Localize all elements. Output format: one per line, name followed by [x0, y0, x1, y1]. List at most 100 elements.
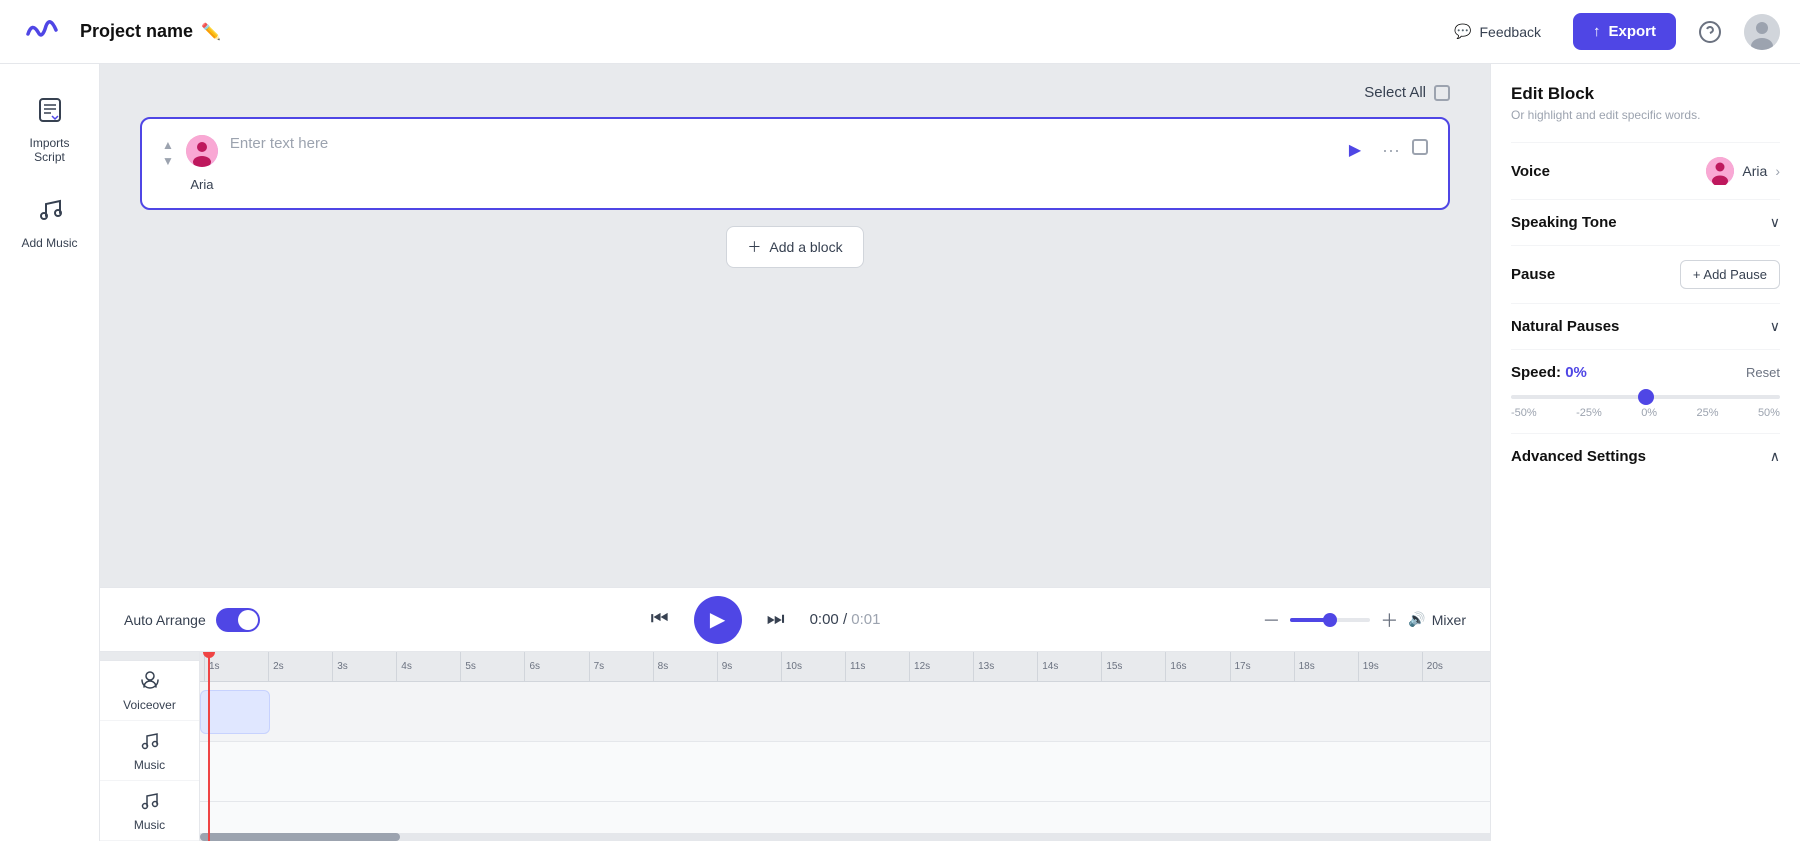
right-panel: Edit Block Or highlight and edit specifi…	[1490, 64, 1800, 841]
ruler-mark: 19s	[1358, 652, 1422, 681]
block-checkbox[interactable]	[1412, 139, 1428, 155]
ruler-mark: 5s	[460, 652, 524, 681]
block-play-button[interactable]: ▶	[1340, 135, 1370, 165]
chat-icon: 💬	[1454, 23, 1471, 40]
ruler-mark: 13s	[973, 652, 1037, 681]
chevron-right-icon: ›	[1775, 163, 1780, 179]
toggle-knob	[238, 610, 258, 630]
auto-arrange-area: Auto Arrange	[124, 608, 260, 632]
skip-back-button[interactable]: ⏮	[642, 602, 678, 638]
timeline-label-voiceover[interactable]: Voiceover	[100, 661, 199, 721]
timeline-tracks: 1s2s3s4s5s6s7s8s9s10s11s12s13s14s15s16s1…	[200, 652, 1490, 841]
logo	[20, 10, 64, 54]
speed-mark-label: 0%	[1641, 407, 1657, 419]
transport-controls: ⏮ ▶ ⏭ 0:00 / 0:01	[284, 596, 1239, 644]
music1-icon	[139, 729, 161, 754]
content-area: Select All ▲ ▼	[100, 64, 1490, 841]
timeline-label-music2[interactable]: Music	[100, 781, 199, 841]
speed-mark-label: 25%	[1697, 407, 1719, 419]
time-total: 0:01	[851, 611, 880, 628]
time-display: 0:00 / 0:01	[810, 611, 881, 628]
mixer-area: － ＋ 🔊 Mixer	[1262, 607, 1466, 633]
voice-selector[interactable]: Aria ›	[1706, 157, 1780, 185]
export-button[interactable]: ↑ Export	[1573, 13, 1676, 50]
natural-pauses-row[interactable]: Natural Pauses ∨	[1511, 303, 1780, 349]
select-all-button[interactable]: Select All	[1364, 84, 1450, 101]
sidebar-item-add-music[interactable]: Add Music	[10, 184, 90, 262]
voice-label: Voice	[1511, 163, 1550, 180]
ruler-mark: 18s	[1294, 652, 1358, 681]
timeline-label-music1[interactable]: Music	[100, 721, 199, 781]
music2-icon	[139, 789, 161, 814]
ruler-mark: 9s	[717, 652, 781, 681]
project-name: Project name	[80, 21, 193, 42]
sidebar-item-label-imports: Imports Script	[18, 136, 82, 164]
ruler-mark: 2s	[268, 652, 332, 681]
block-voice-name: Aria	[190, 177, 213, 192]
voice-row: Voice Aria ›	[1511, 142, 1780, 199]
auto-arrange-toggle[interactable]	[216, 608, 260, 632]
timeline-scrollbar-thumb	[200, 833, 400, 841]
script-toolbar: Select All	[140, 84, 1450, 101]
block-actions: ▶ ···	[1340, 135, 1400, 165]
speed-knob[interactable]	[1638, 389, 1654, 405]
speed-section: Speed: 0% Reset -50%-25%0%25%50%	[1511, 349, 1780, 433]
transport-bar: Auto Arrange ⏮ ▶ ⏭ 0:00 / 0:01 －	[100, 587, 1490, 651]
ruler-mark: 20s	[1422, 652, 1486, 681]
add-music-icon	[36, 196, 64, 230]
ruler-mark: 17s	[1230, 652, 1294, 681]
speaker-icon: 🔊	[1408, 611, 1425, 628]
edit-block-subtitle: Or highlight and edit specific words.	[1511, 108, 1780, 122]
speed-mark-label: -50%	[1511, 407, 1537, 419]
natural-pauses-chevron-icon: ∨	[1770, 318, 1780, 335]
voice-selector-avatar	[1706, 157, 1734, 185]
speaking-tone-chevron-icon: ∨	[1770, 214, 1780, 231]
advanced-settings-row[interactable]: Advanced Settings ∧	[1511, 433, 1780, 479]
main-layout: Imports Script Add Music Select All	[0, 64, 1800, 841]
block-text-area[interactable]: Enter text here	[230, 135, 1328, 153]
select-all-checkbox[interactable]	[1434, 85, 1450, 101]
music1-label: Music	[134, 758, 165, 772]
help-button[interactable]	[1692, 14, 1728, 50]
block-more-button[interactable]: ···	[1382, 140, 1400, 161]
speed-track[interactable]	[1511, 395, 1780, 399]
voiceover-clip[interactable]	[200, 690, 270, 734]
block-arrow-up[interactable]: ▲	[162, 139, 174, 151]
export-icon: ↑	[1593, 23, 1601, 40]
user-avatar[interactable]	[1744, 14, 1780, 50]
zoom-in-button[interactable]: ＋	[1380, 607, 1398, 633]
pause-label: Pause	[1511, 266, 1555, 283]
ruler-mark: 14s	[1037, 652, 1101, 681]
add-pause-button[interactable]: + Add Pause	[1680, 260, 1780, 289]
track-content	[200, 682, 1490, 841]
script-editor: Select All ▲ ▼	[100, 64, 1490, 587]
speaking-tone-row[interactable]: Speaking Tone ∨	[1511, 199, 1780, 245]
speed-reset-button[interactable]: Reset	[1746, 365, 1780, 380]
ruler-mark: 1s	[204, 652, 268, 681]
edit-project-name-icon[interactable]: ✏️	[201, 22, 221, 42]
speaking-tone-label: Speaking Tone	[1511, 214, 1617, 231]
timeline-scrollbar[interactable]	[200, 833, 1490, 841]
timeline-section: Voiceover Music Music	[100, 651, 1490, 841]
block-arrow-down[interactable]: ▼	[162, 155, 174, 167]
skip-forward-button[interactable]: ⏭	[758, 602, 794, 638]
playhead	[208, 652, 210, 841]
block-voice-avatar	[186, 135, 218, 167]
music2-label: Music	[134, 818, 165, 832]
left-sidebar: Imports Script Add Music	[0, 64, 100, 841]
feedback-button[interactable]: 💬 Feedback	[1438, 15, 1557, 48]
ruler-mark: 16s	[1165, 652, 1229, 681]
ruler-mark: 4s	[396, 652, 460, 681]
plus-icon: ＋	[747, 237, 761, 257]
play-pause-button[interactable]: ▶	[694, 596, 742, 644]
timeline-labels: Voiceover Music Music	[100, 652, 200, 841]
volume-knob	[1323, 613, 1337, 627]
sidebar-item-imports-script[interactable]: Imports Script	[10, 84, 90, 176]
ruler-mark: 12s	[909, 652, 973, 681]
volume-slider[interactable]	[1290, 618, 1370, 622]
ruler-mark: 6s	[524, 652, 588, 681]
add-block-button[interactable]: ＋ Add a block	[726, 226, 863, 268]
block-header: ▲ ▼ Aria Enter text here	[162, 135, 1428, 192]
zoom-out-button[interactable]: －	[1262, 607, 1280, 633]
ruler-mark: 8s	[653, 652, 717, 681]
